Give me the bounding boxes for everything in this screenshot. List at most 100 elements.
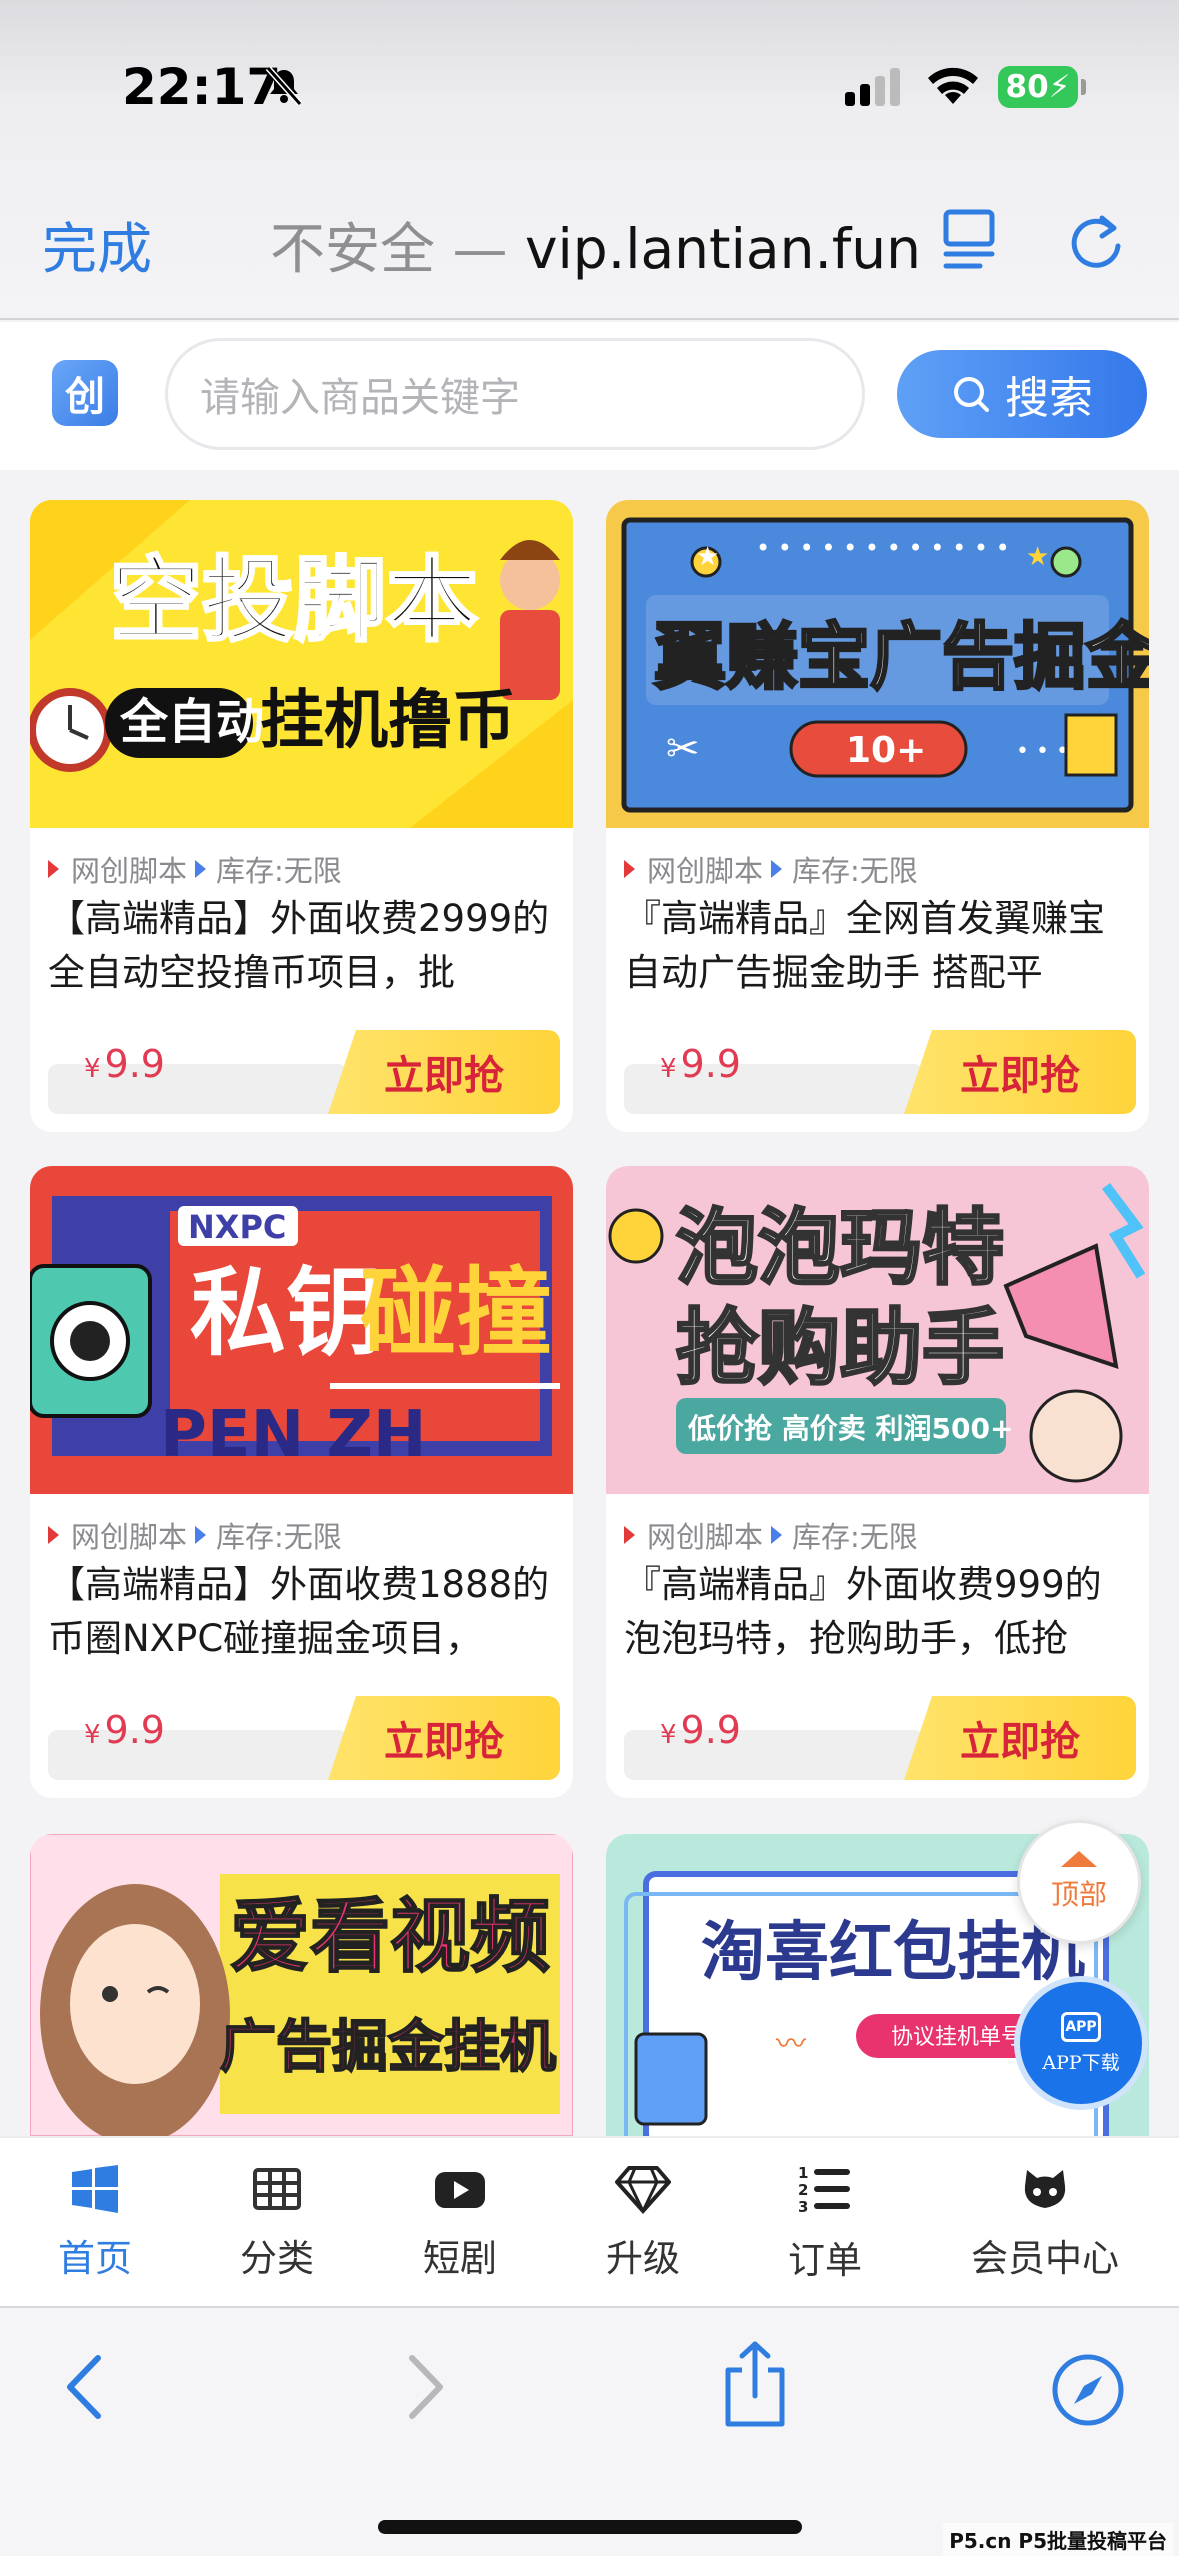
windows-icon	[72, 2165, 118, 2213]
bottom-tab-bar: 首页 分类 短剧 升级 1 2 3 订单 会员中心	[0, 2136, 1179, 2306]
product-banner[interactable]: NXPC 私钥 碰撞 PEN ZH	[30, 1166, 573, 1494]
svg-text:〰: 〰	[776, 2027, 806, 2062]
banner-tag: 10+	[846, 730, 926, 771]
red-arrow-icon	[48, 860, 59, 878]
svg-text:3: 3	[798, 2198, 808, 2216]
product-card[interactable]: 空投脚本 全自动 挂机撸币 网创脚本 库存:无限 【高端精品】外面收费2999的…	[30, 500, 573, 1132]
tab-label: 分类	[240, 2237, 314, 2280]
product-price: ¥9.9	[84, 1042, 165, 1086]
product-meta: 网创脚本 库存:无限	[48, 1514, 342, 1556]
product-card[interactable]: NXPC 私钥 碰撞 PEN ZH 网创脚本 库存:无限 【高端精品】外面收费1…	[30, 1166, 573, 1798]
compass-icon[interactable]	[1050, 2352, 1126, 2428]
banner-line2: 抢购助手	[676, 1301, 1004, 1396]
buy-now-button[interactable]: 立即抢	[904, 1696, 1136, 1780]
red-arrow-icon	[48, 1526, 59, 1544]
search-header: 创 请输入商品关键字 搜索	[0, 322, 1179, 470]
product-meta: 网创脚本 库存:无限	[624, 1514, 918, 1556]
svg-text:1: 1	[798, 2164, 808, 2182]
banner-sub: 协议挂机单号	[891, 2025, 1023, 2050]
product-card[interactable]: 泡泡玛特 抢购助手 低价抢 高价卖 利润500+ 网创脚本 库存:无限 『高端精…	[606, 1166, 1149, 1798]
buy-now-button[interactable]: 立即抢	[328, 1696, 560, 1780]
status-time: 22:17	[122, 58, 282, 116]
github-cat-icon	[1024, 2170, 1066, 2208]
grid-icon	[253, 2168, 301, 2210]
share-icon[interactable]	[720, 2340, 790, 2430]
price-bar: ¥9.9 立即抢	[48, 1696, 560, 1780]
product-title[interactable]: 【高端精品】外面收费1888的币圈NXPC碰撞掘金项目，	[48, 1558, 558, 1666]
url-host: vip.lantian.fun	[524, 217, 922, 281]
price-bar: ¥9.9 立即抢	[624, 1696, 1136, 1780]
svg-text:2: 2	[798, 2181, 808, 2199]
product-category: 网创脚本	[647, 854, 764, 888]
search-button[interactable]: 搜索	[897, 350, 1147, 438]
tab-label: 会员中心	[971, 2237, 1119, 2280]
tab-category[interactable]: 分类	[222, 2138, 332, 2308]
home-indicator	[378, 2520, 802, 2534]
search-icon	[954, 377, 989, 412]
banner-line2: 挂机撸币	[260, 684, 516, 758]
blue-arrow-icon	[771, 860, 783, 878]
svg-text:• • • • • • • • • • • •: • • • • • • • • • • • •	[756, 534, 1010, 562]
banner-line1: 淘喜红包挂机	[701, 1916, 1085, 1990]
blue-arrow-icon	[771, 1526, 783, 1544]
list-icon: 1 2 3	[798, 2164, 850, 2216]
svg-text:✂: ✂	[666, 726, 700, 772]
blue-arrow-icon	[195, 860, 207, 878]
banner-line1: 泡泡玛特	[676, 1201, 1004, 1296]
bell-slash-icon	[265, 66, 303, 106]
back-to-top-button[interactable]: 顶部	[1017, 1820, 1141, 1944]
red-arrow-icon	[624, 860, 635, 878]
product-title[interactable]: 『高端精品』外面收费999的泡泡玛特，抢购助手，低抢	[624, 1558, 1134, 1666]
product-banner[interactable]: 空投脚本 全自动 挂机撸币	[30, 500, 573, 828]
tab-member-center[interactable]: 会员中心	[965, 2138, 1125, 2308]
tab-short-drama[interactable]: 短剧	[405, 2138, 515, 2308]
tab-home[interactable]: 首页	[40, 2138, 150, 2308]
product-banner[interactable]: ★ ★ • • • • • • • • • • • • 翼赚宝广告掘金 10+ …	[606, 500, 1149, 828]
banner-line2: 广告掘金挂机	[220, 2015, 556, 2080]
app-download-button[interactable]: APP APP下载	[1014, 1976, 1148, 2110]
back-arrow-icon[interactable]	[60, 2352, 110, 2422]
price-bar: ¥9.9 立即抢	[48, 1030, 560, 1114]
tab-label: 订单	[788, 2239, 862, 2282]
site-logo-icon[interactable]: 创	[52, 360, 118, 426]
product-category: 网创脚本	[71, 1520, 188, 1554]
product-meta: 网创脚本 库存:无限	[48, 848, 342, 890]
app-icon: APP	[1061, 2011, 1101, 2042]
wifi-icon	[928, 67, 978, 104]
svg-text:★: ★	[696, 542, 719, 572]
svg-text:★: ★	[1026, 542, 1049, 572]
cellular-signal-icon	[845, 68, 900, 106]
product-title[interactable]: 【高端精品】外面收费2999的全自动空投撸币项目，批	[48, 892, 558, 1000]
search-input[interactable]: 请输入商品关键字	[165, 338, 865, 450]
browser-top-chrome: 22:17 80 ⚡ 完成 不安全 — vip.lantian.fun	[0, 0, 1179, 320]
product-meta: 网创脚本 库存:无限	[624, 848, 918, 890]
price-bar: ¥9.9 立即抢	[624, 1030, 1136, 1114]
product-card[interactable]: 爱看视频 广告掘金挂机	[30, 1834, 573, 2136]
banner-line1: 空投脚本	[110, 547, 478, 654]
product-category: 网创脚本	[71, 854, 188, 888]
done-button[interactable]: 完成	[42, 204, 152, 284]
buy-now-button[interactable]: 立即抢	[904, 1030, 1136, 1114]
banner-tags: 低价抢 高价卖 利润500+	[687, 1412, 1013, 1445]
banner-line1a: 私钥	[190, 1257, 382, 1369]
product-banner[interactable]: 泡泡玛特 抢购助手 低价抢 高价卖 利润500+	[606, 1166, 1149, 1494]
reload-icon[interactable]	[1066, 208, 1126, 270]
product-card[interactable]: ★ ★ • • • • • • • • • • • • 翼赚宝广告掘金 10+ …	[606, 500, 1149, 1132]
up-arrow-icon	[1061, 1851, 1097, 1867]
reader-mode-icon[interactable]	[940, 208, 1000, 270]
browser-bottom-toolbar: P5.cn P5批量投稿平台	[0, 2306, 1179, 2556]
diamond-icon	[615, 2166, 671, 2214]
buy-now-button[interactable]: 立即抢	[328, 1030, 560, 1114]
product-title[interactable]: 『高端精品』全网首发翼赚宝自动广告掘金助手 搭配平	[624, 892, 1134, 1000]
tab-upgrade[interactable]: 升级	[588, 2138, 698, 2308]
product-price: ¥9.9	[660, 1708, 741, 1752]
banner-line1b: 碰撞	[360, 1257, 552, 1369]
blue-arrow-icon	[195, 1526, 207, 1544]
url-bar[interactable]: 不安全 — vip.lantian.fun	[270, 204, 921, 284]
banner-sub: PEN ZH	[160, 1398, 426, 1472]
tab-orders[interactable]: 1 2 3 订单	[770, 2138, 880, 2308]
forward-arrow-icon[interactable]	[400, 2352, 450, 2422]
app-download-label: APP下载	[1042, 2051, 1120, 2074]
play-icon	[435, 2172, 485, 2208]
product-banner[interactable]: 爱看视频 广告掘金挂机	[30, 1834, 573, 2136]
